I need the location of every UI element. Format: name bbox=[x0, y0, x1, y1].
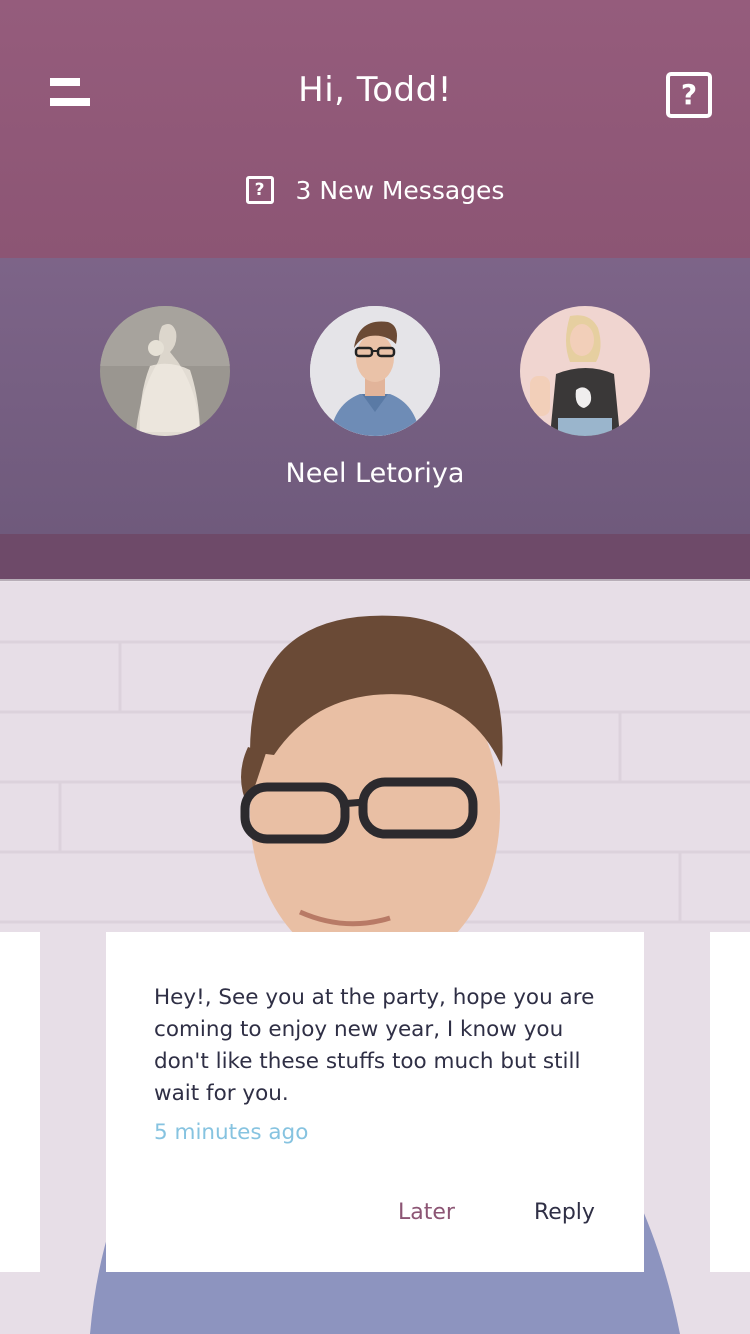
message-icon: ? bbox=[245, 176, 274, 204]
new-messages-label: 3 New Messages bbox=[295, 176, 505, 205]
avatar-girl[interactable] bbox=[520, 306, 650, 436]
later-button[interactable]: Later bbox=[398, 1200, 455, 1225]
message-timestamp: 5 minutes ago bbox=[154, 1120, 309, 1145]
neel-avatar-image bbox=[310, 306, 440, 436]
contacts-carousel: Neel Letoriya bbox=[0, 258, 750, 534]
app-header: Hi, Todd! ? ? 3 New Messages bbox=[0, 0, 750, 258]
reply-button[interactable]: Reply bbox=[534, 1200, 595, 1225]
message-text: Hey!, See you at the party, hope you are… bbox=[154, 985, 595, 1106]
previous-card-peek[interactable] bbox=[0, 932, 40, 1272]
bride-avatar-image bbox=[100, 306, 230, 436]
help-icon[interactable]: ? bbox=[666, 72, 712, 118]
avatar-bride[interactable] bbox=[100, 306, 230, 436]
avatar-neel[interactable] bbox=[310, 306, 440, 436]
girl-avatar-image bbox=[520, 306, 650, 436]
selected-contact-name: Neel Letoriya bbox=[285, 458, 465, 489]
page-title: Hi, Todd! bbox=[298, 70, 452, 110]
message-card: Hey!, See you at the party, hope you are… bbox=[106, 932, 644, 1272]
section-divider bbox=[0, 534, 750, 581]
next-card-peek[interactable] bbox=[710, 932, 750, 1272]
new-messages-indicator[interactable]: ? 3 New Messages bbox=[0, 176, 750, 206]
